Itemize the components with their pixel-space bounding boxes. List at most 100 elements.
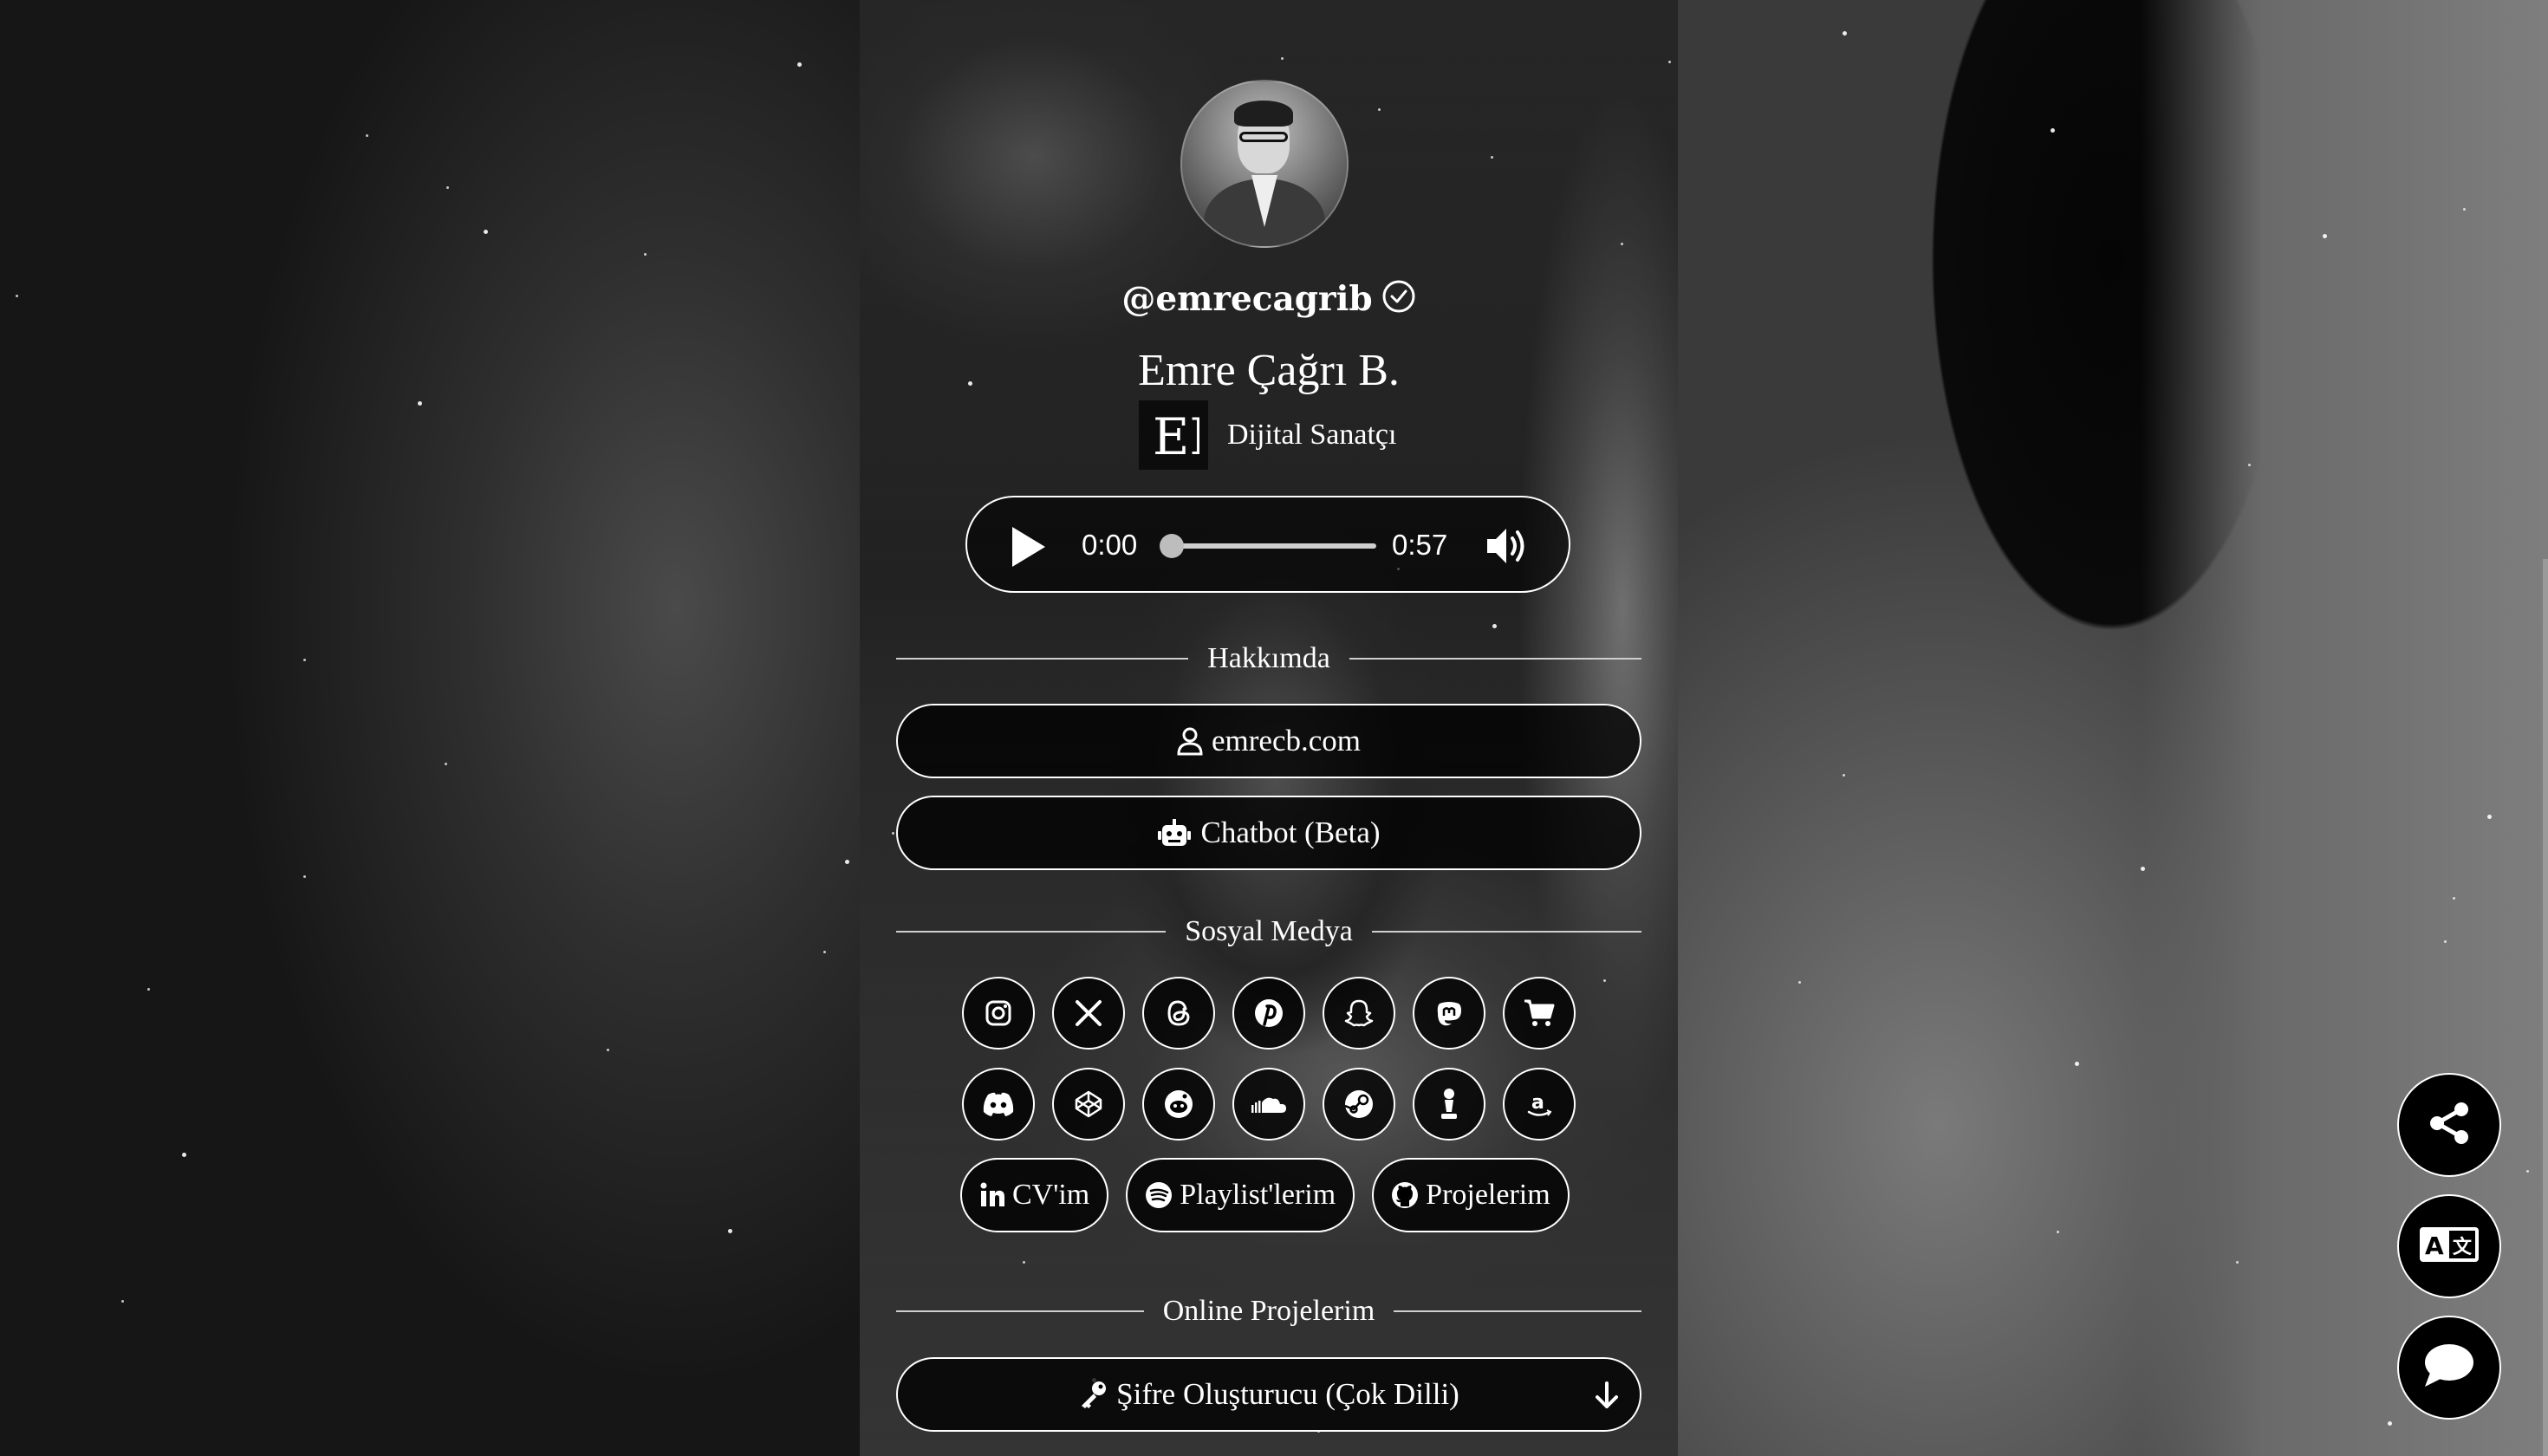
- star: [797, 62, 802, 67]
- amazon-icon[interactable]: a: [1503, 1068, 1576, 1141]
- svg-text:EB: EB: [1153, 407, 1199, 466]
- divider: [896, 658, 1189, 660]
- profile-links-row: CV'im Playlist'lerim Projelerim: [960, 1158, 1570, 1232]
- steam-icon[interactable]: [1323, 1068, 1395, 1141]
- star: [2444, 940, 2447, 943]
- password-generator-label: Şifre Oluşturucu (Çok Dilli): [1116, 1377, 1459, 1411]
- chatbot-button-label: Chatbot (Beta): [1200, 816, 1381, 849]
- pinterest-icon[interactable]: [1232, 977, 1305, 1050]
- cart-icon[interactable]: [1503, 977, 1576, 1050]
- user-icon: [1177, 726, 1203, 756]
- divider: [1371, 931, 1641, 933]
- star: [2236, 1261, 2239, 1264]
- arrow-down-icon[interactable]: [1589, 1378, 1624, 1420]
- star: [303, 875, 306, 878]
- snapchat-icon[interactable]: [1323, 977, 1395, 1050]
- star: [445, 763, 447, 765]
- reddit-icon[interactable]: [1142, 1068, 1215, 1141]
- section-social: Sosyal Medya: [896, 910, 1641, 953]
- profile-role: Dijital Sanatçı: [1227, 419, 1397, 451]
- audio-current-time: 0:00: [1082, 529, 1138, 561]
- star: [2453, 897, 2455, 900]
- projects-link-button[interactable]: Projelerim: [1372, 1158, 1570, 1232]
- check-circle-icon: [1381, 279, 1416, 322]
- codepen-icon[interactable]: [1052, 1068, 1125, 1141]
- star: [366, 134, 368, 137]
- avatar-glasses: [1239, 132, 1288, 142]
- github-icon: [1391, 1181, 1419, 1209]
- svg-text:文: 文: [2453, 1236, 2473, 1258]
- share-icon: [2425, 1099, 2473, 1151]
- profile-handle: @emrecagrib: [1121, 279, 1373, 319]
- share-button[interactable]: [2397, 1073, 2501, 1177]
- star: [845, 860, 849, 864]
- translate-button[interactable]: A文: [2397, 1194, 2501, 1298]
- spotify-icon: [1145, 1181, 1173, 1209]
- section-projects: Online Projelerim: [896, 1290, 1641, 1333]
- audio-duration: 0:57: [1392, 529, 1448, 561]
- star: [418, 401, 422, 406]
- star: [2463, 208, 2466, 211]
- password-generator-button[interactable]: Şifre Oluşturucu (Çok Dilli): [896, 1357, 1641, 1432]
- star: [303, 659, 306, 661]
- threads-icon[interactable]: [1142, 977, 1215, 1050]
- star: [2487, 815, 2492, 819]
- playlists-link-label: Playlist'lerim: [1180, 1179, 1336, 1211]
- linkedin-icon: [979, 1182, 1005, 1208]
- star: [2248, 464, 2251, 466]
- x-icon[interactable]: [1052, 977, 1125, 1050]
- scrollbar[interactable]: [2543, 559, 2548, 1456]
- svg-text:A: A: [2425, 1232, 2444, 1260]
- star: [2141, 867, 2145, 871]
- chess-icon[interactable]: [1413, 1068, 1485, 1141]
- section-about-title: Hakkımda: [1207, 642, 1330, 674]
- volume-icon[interactable]: [1484, 523, 1529, 575]
- star: [1798, 981, 1801, 984]
- instagram-icon[interactable]: [962, 977, 1035, 1050]
- section-social-title: Sosyal Medya: [1185, 915, 1353, 947]
- star: [1843, 31, 1847, 36]
- star: [2388, 1421, 2392, 1426]
- eb-logo: EB: [1139, 400, 1208, 470]
- website-button[interactable]: emrecb.com: [896, 704, 1641, 778]
- play-icon[interactable]: [1009, 525, 1047, 575]
- star: [484, 230, 488, 234]
- projects-link-label: Projelerim: [1426, 1179, 1550, 1211]
- star: [823, 951, 826, 953]
- cv-link-label: CV'im: [1012, 1179, 1090, 1211]
- avatar: [1180, 80, 1349, 248]
- chat-icon: [2421, 1342, 2477, 1394]
- background-left-panel: [0, 0, 860, 1456]
- star: [644, 253, 647, 256]
- audio-player: 0:00 0:57: [965, 496, 1570, 593]
- star: [1843, 774, 1845, 777]
- divider: [896, 931, 1167, 933]
- section-projects-title: Online Projelerim: [1162, 1295, 1375, 1327]
- profile-column: @emrecagrib Emre Çağrı B. EB Dijital San…: [860, 0, 1678, 1456]
- chatbot-button[interactable]: Chatbot (Beta): [896, 796, 1641, 870]
- avatar-hair: [1234, 101, 1293, 127]
- chat-button[interactable]: [2397, 1316, 2501, 1420]
- key-icon: [1078, 1380, 1108, 1409]
- svg-text:a: a: [1531, 1092, 1544, 1114]
- audio-progress-track[interactable]: [1168, 543, 1376, 549]
- profile-handle-row: @emrecagrib: [860, 279, 1678, 322]
- audio-progress-knob[interactable]: [1160, 534, 1184, 558]
- social-icons-row-1: [962, 977, 1586, 1050]
- soundcloud-icon[interactable]: [1232, 1068, 1305, 1141]
- star: [446, 186, 449, 189]
- divider: [1394, 1310, 1641, 1312]
- profile-name: Emre Çağrı B.: [1138, 346, 1400, 395]
- section-about: Hakkımda: [896, 637, 1642, 680]
- mastodon-icon[interactable]: [1413, 977, 1485, 1050]
- star: [182, 1153, 186, 1157]
- divider: [896, 1310, 1144, 1312]
- star: [2526, 1170, 2529, 1173]
- playlists-link-button[interactable]: Playlist'lerim: [1126, 1158, 1355, 1232]
- star: [121, 1300, 124, 1303]
- profile-role-row: EB Dijital Sanatçı: [1139, 400, 1396, 470]
- star: [2075, 1062, 2079, 1066]
- discord-icon[interactable]: [962, 1068, 1035, 1141]
- cv-link-button[interactable]: CV'im: [960, 1158, 1109, 1232]
- star: [147, 988, 150, 991]
